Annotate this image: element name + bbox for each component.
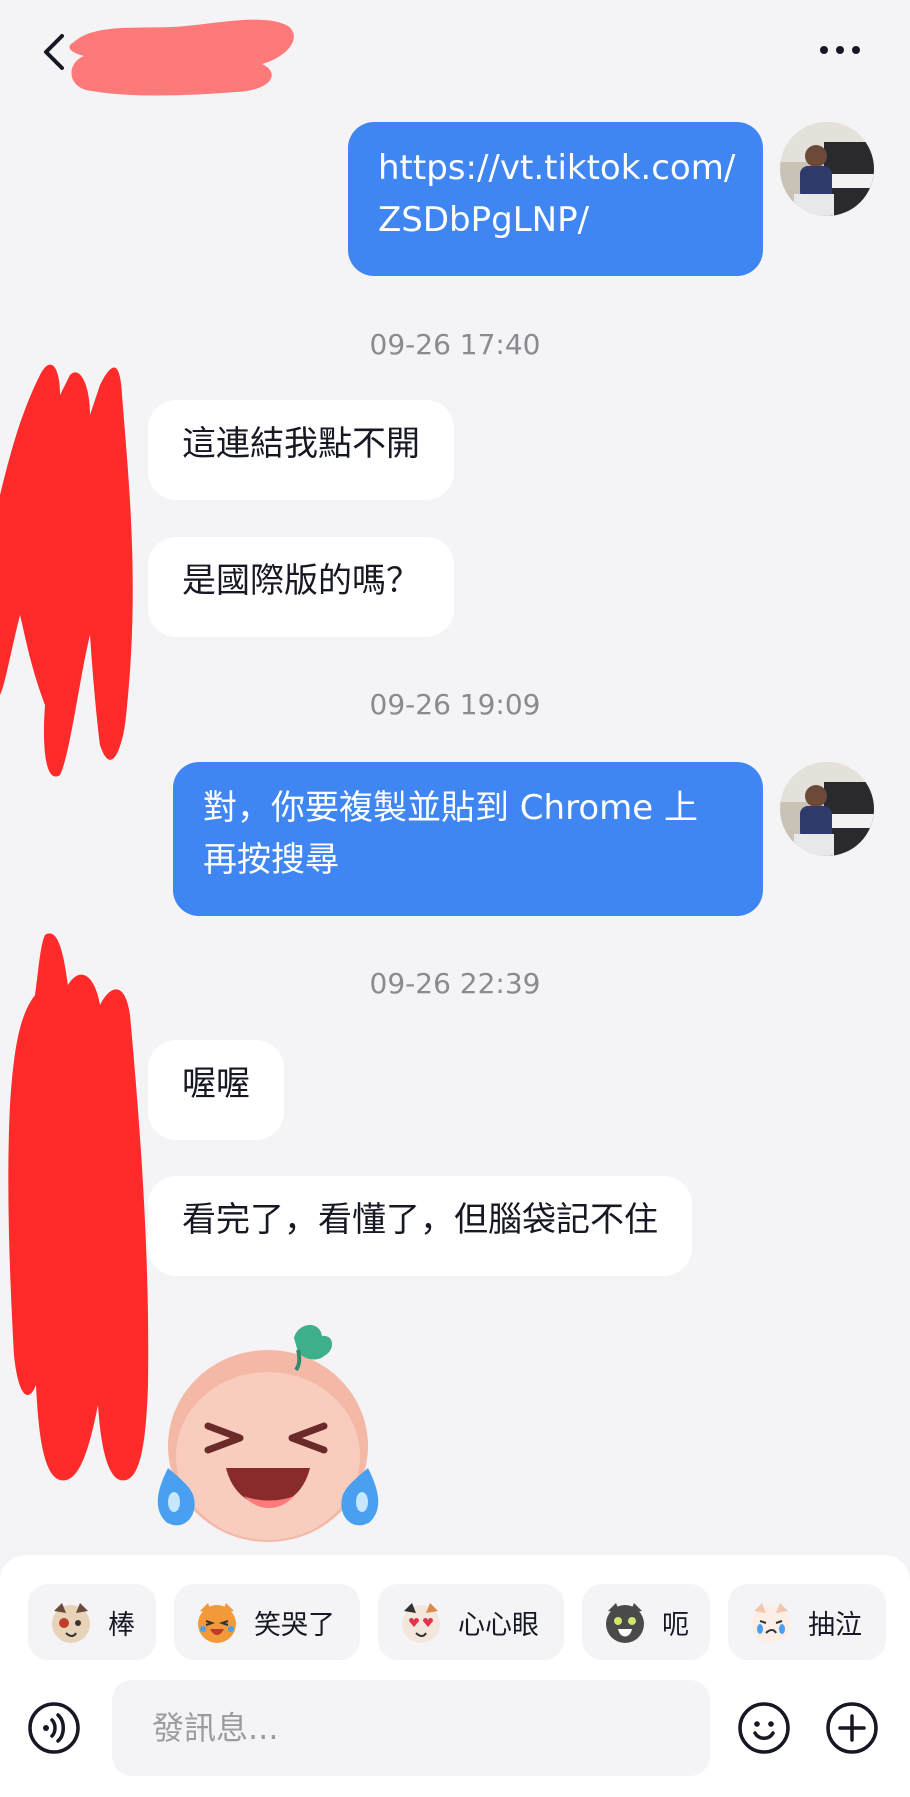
quick-reply-chip[interactable]: 心心眼 [378, 1584, 564, 1660]
quick-reply-label: 棒 [108, 1609, 135, 1641]
cat-face-icon [402, 1603, 440, 1643]
incoming-message[interactable]: 看完了，看懂了，但腦袋記不住 [148, 1176, 692, 1276]
plus-icon[interactable] [824, 1700, 880, 1756]
incoming-message[interactable]: 這連結我點不開 [148, 400, 454, 500]
message-line: ZSDbPgLNP/ [378, 200, 590, 240]
voice-message-icon[interactable] [26, 1700, 82, 1756]
quick-reply-chip[interactable]: 呃 [582, 1584, 710, 1660]
redacted-avatar-scribble [8, 933, 149, 1481]
cat-face-icon [198, 1603, 236, 1643]
cat-face-icon [52, 1603, 90, 1643]
quick-reply-chip[interactable]: 抽泣 [728, 1584, 886, 1660]
emoji-icon[interactable] [736, 1700, 792, 1756]
quick-reply-chip[interactable]: 笑哭了 [174, 1584, 360, 1660]
cat-face-icon [752, 1603, 790, 1643]
outgoing-message[interactable]: 對，你要複製並貼到 Chrome 上 再按搜尋 [173, 762, 763, 916]
chat-header [0, 0, 910, 110]
quick-reply-label: 笑哭了 [254, 1609, 335, 1641]
timestamp: 09-26 19:09 [369, 688, 541, 721]
quick-reply-bar: 棒 笑哭了 心心眼 呃 抽泣 [0, 1584, 910, 1662]
message-line: 再按搜尋 [203, 840, 339, 880]
crying-laughing-sticker[interactable] [148, 1318, 388, 1548]
incoming-message[interactable]: 喔喔 [148, 1040, 284, 1140]
quick-reply-label: 心心眼 [458, 1609, 539, 1641]
incoming-message[interactable]: 是國際版的嗎？ [148, 537, 454, 637]
avatar[interactable] [780, 762, 874, 856]
avatar[interactable] [780, 122, 874, 216]
quick-reply-label: 呃 [662, 1609, 689, 1641]
redacted-contact-name [69, 19, 294, 96]
outgoing-message[interactable]: https://vt.tiktok.com/ ZSDbPgLNP/ [348, 122, 763, 276]
message-input[interactable]: 發訊息... [112, 1680, 710, 1776]
message-line: 對，你要複製並貼到 Chrome 上 [203, 788, 698, 828]
quick-reply-label: 抽泣 [808, 1609, 862, 1641]
message-line: https://vt.tiktok.com/ [378, 148, 736, 188]
more-dots-icon[interactable] [818, 38, 862, 62]
quick-reply-chip[interactable]: 棒 [28, 1584, 156, 1660]
cat-face-icon [606, 1603, 644, 1643]
